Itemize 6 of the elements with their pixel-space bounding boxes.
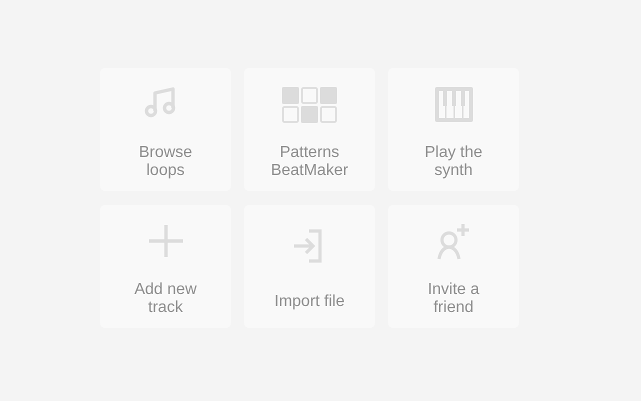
- action-tile[interactable]: Invite a friend: [388, 205, 519, 328]
- action-tile[interactable]: Patterns BeatMaker: [244, 68, 375, 191]
- action-tile[interactable]: Import file: [244, 205, 375, 328]
- action-tile[interactable]: Play the synth: [388, 68, 519, 191]
- action-tile[interactable]: Add new track: [100, 205, 231, 328]
- action-tile[interactable]: Browse loops: [100, 68, 231, 191]
